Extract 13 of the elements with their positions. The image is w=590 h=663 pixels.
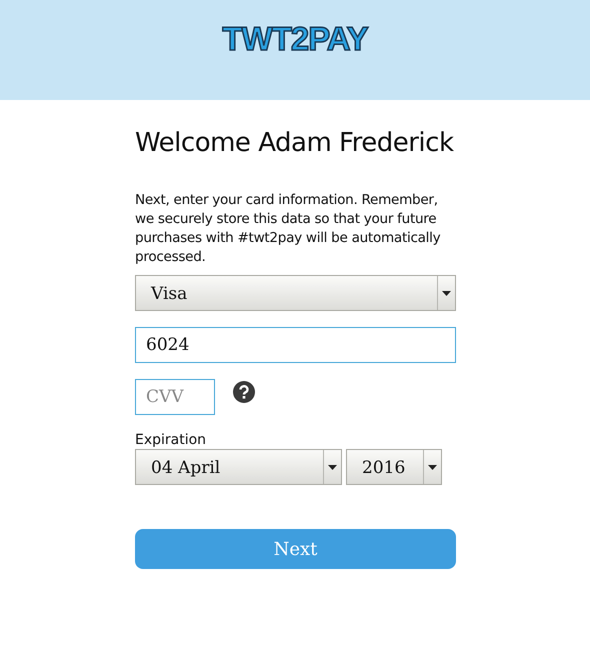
- year-select[interactable]: 2016: [346, 449, 442, 486]
- card-type-select[interactable]: Visa: [135, 275, 456, 312]
- caret-icon: [428, 464, 437, 470]
- help-icon: [233, 381, 255, 404]
- intro-text: Next, enter your card information. Remember, we securely store this data so that your future purchases with #twt2pay will be automatically processed.: [135, 191, 442, 268]
- card-number-field[interactable]: 6024: [135, 327, 456, 364]
- month-select[interactable]: 04 April: [135, 449, 342, 486]
- logo: TWT2PAY: [222, 22, 368, 55]
- welcome-heading: Welcome Adam Frederick: [135, 128, 455, 160]
- expiration-label: Expiration: [135, 431, 208, 450]
- caret-icon: [442, 290, 451, 296]
- cvv-field[interactable]: CVV: [135, 379, 215, 416]
- caret-icon: [328, 464, 337, 470]
